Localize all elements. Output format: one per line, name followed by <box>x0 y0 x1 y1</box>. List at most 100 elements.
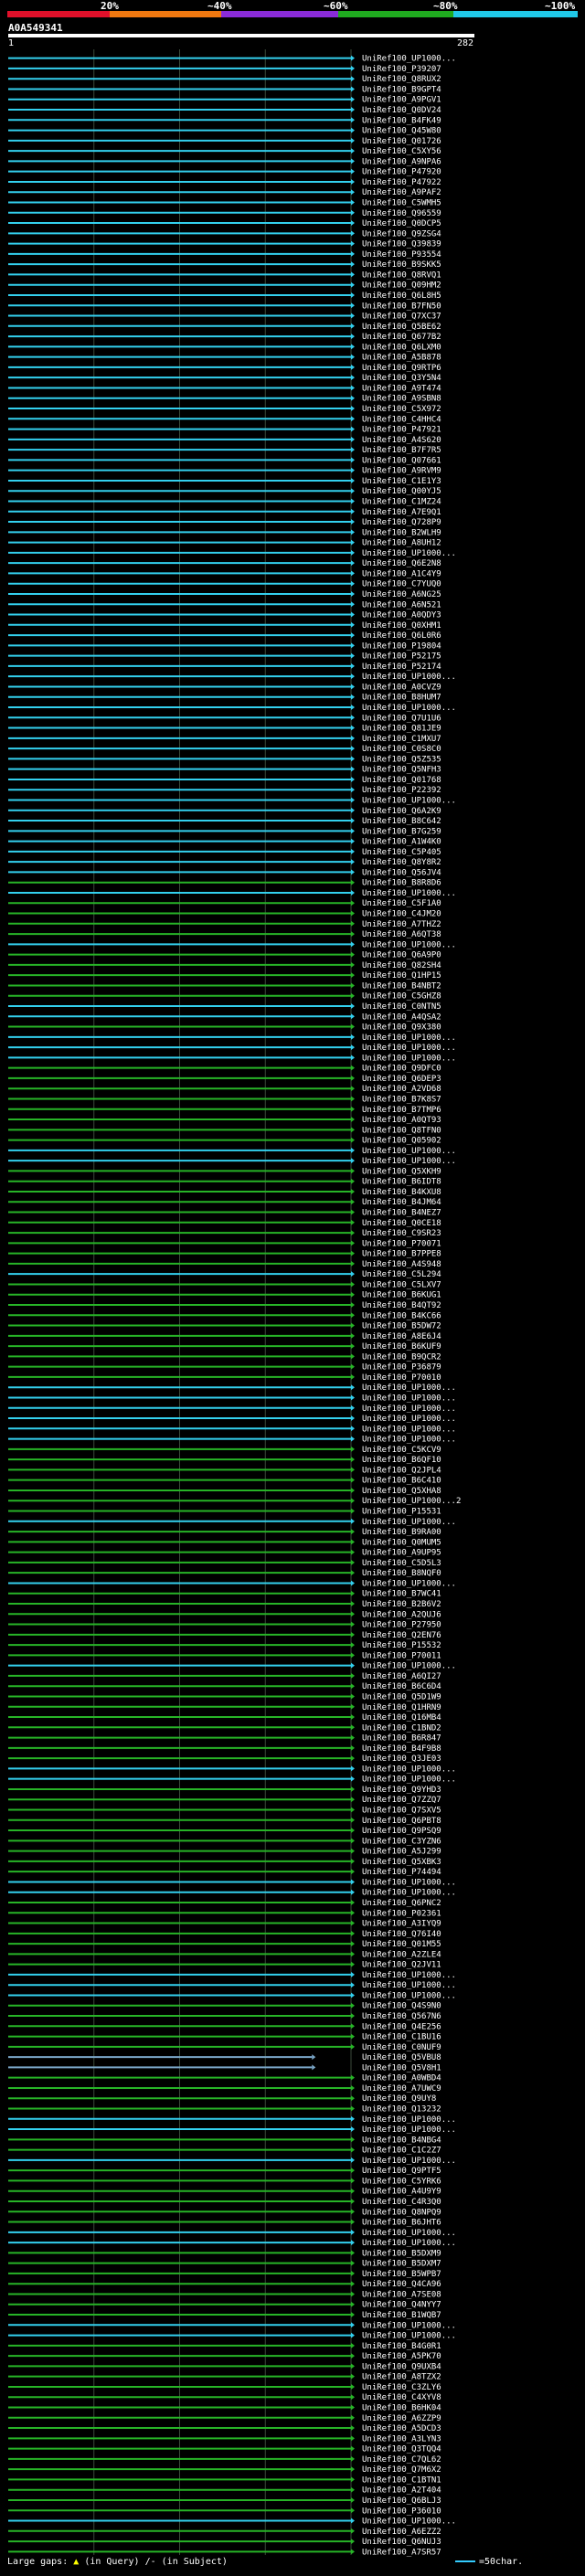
hit-label[interactable]: UniRef100_A7E9Q1 <box>362 508 441 517</box>
hit-label[interactable]: UniRef100_UP1000... <box>362 2125 456 2135</box>
hit-label[interactable]: UniRef100_C1MXU7 <box>362 735 441 744</box>
hit-label[interactable]: UniRef100_Q45W80 <box>362 127 441 136</box>
hit-label[interactable]: UniRef100_P70011 <box>362 1651 441 1660</box>
hit-label[interactable]: UniRef100_B7WC41 <box>362 1590 441 1599</box>
hit-label[interactable]: UniRef100_A8TZX2 <box>362 2373 441 2382</box>
hit-label[interactable]: UniRef100_A5PK70 <box>362 2352 441 2361</box>
hit-label[interactable]: UniRef100_Q81JE9 <box>362 725 441 734</box>
hit-label[interactable]: UniRef100_B6JHT6 <box>362 2219 441 2228</box>
hit-label[interactable]: UniRef100_A7THZ2 <box>362 920 441 929</box>
hit-label[interactable]: UniRef100_Q8NPQ9 <box>362 2208 441 2217</box>
hit-label[interactable]: UniRef100_P02361 <box>362 1909 441 1918</box>
hit-label[interactable]: UniRef100_B6QF10 <box>362 1456 441 1465</box>
hit-label[interactable]: UniRef100_A6EZZ2 <box>362 2528 441 2537</box>
hit-label[interactable]: UniRef100_A5DCD3 <box>362 2424 441 2433</box>
hit-label[interactable]: UniRef100_A6NG25 <box>362 590 441 599</box>
hit-label[interactable]: UniRef100_A0CVZ9 <box>362 683 441 692</box>
hit-label[interactable]: UniRef100_Q6A2K9 <box>362 807 441 816</box>
hit-label[interactable]: UniRef100_A3LYN3 <box>362 2434 441 2443</box>
hit-label[interactable]: UniRef100_P47921 <box>362 426 441 435</box>
hit-label[interactable]: UniRef100_B8R8D6 <box>362 879 441 888</box>
hit-label[interactable]: UniRef100_A2VD68 <box>362 1085 441 1094</box>
hit-label[interactable]: UniRef100_B7FN50 <box>362 302 441 311</box>
hit-label[interactable]: UniRef100_Q0CE18 <box>362 1219 441 1228</box>
hit-label[interactable]: UniRef100_P36879 <box>362 1363 441 1373</box>
hit-label[interactable]: UniRef100_B4JM64 <box>362 1198 441 1207</box>
hit-label[interactable]: UniRef100_C5GHZ8 <box>362 992 441 1002</box>
hit-label[interactable]: UniRef100_Q7U1U6 <box>362 714 441 723</box>
hit-label[interactable]: UniRef100_Q7M6X2 <box>362 2465 441 2475</box>
hit-label[interactable]: UniRef100_UP1000... <box>362 1765 456 1774</box>
hit-label[interactable]: UniRef100_B6IDT8 <box>362 1178 441 1187</box>
hit-label[interactable]: UniRef100_UP1000... <box>362 549 456 558</box>
hit-label[interactable]: UniRef100_Q6LXM0 <box>362 343 441 352</box>
hit-label[interactable]: UniRef100_Q07661 <box>362 456 441 465</box>
hit-label[interactable]: UniRef100_B8NQF0 <box>362 1569 441 1578</box>
hit-label[interactable]: UniRef100_Q7SXV5 <box>362 1807 441 1816</box>
hit-label[interactable]: UniRef100_A7SR57 <box>362 2548 441 2557</box>
hit-label[interactable]: UniRef100_Q8RUX2 <box>362 75 441 84</box>
hit-label[interactable]: UniRef100_A7SE08 <box>362 2290 441 2299</box>
hit-label[interactable]: UniRef100_B9QCR2 <box>362 1352 441 1362</box>
hit-label[interactable]: UniRef100_Q8Y8R2 <box>362 858 441 867</box>
hit-label[interactable]: UniRef100_B4QT92 <box>362 1301 441 1310</box>
hit-label[interactable]: UniRef100_A4S948 <box>362 1260 441 1269</box>
hit-label[interactable]: UniRef100_A4S620 <box>362 436 441 445</box>
hit-label[interactable]: UniRef100_UP1000... <box>362 2332 456 2341</box>
hit-label[interactable]: UniRef100_Q01726 <box>362 137 441 146</box>
hit-label[interactable]: UniRef100_P93554 <box>362 250 441 260</box>
hit-label[interactable]: UniRef100_UP1000... <box>362 1662 456 1671</box>
hit-label[interactable]: UniRef100_B7PPE8 <box>362 1250 441 1259</box>
hit-label[interactable]: UniRef100_UP1000... <box>362 1889 456 1898</box>
hit-label[interactable]: UniRef100_UP1000... <box>362 1383 456 1393</box>
hit-label[interactable]: UniRef100_C4JM20 <box>362 910 441 919</box>
hit-label[interactable]: UniRef100_P47922 <box>362 178 441 187</box>
hit-label[interactable]: UniRef100_P74494 <box>362 1868 441 1877</box>
hit-label[interactable]: UniRef100_B7G259 <box>362 827 441 836</box>
hit-label[interactable]: UniRef100_B2B6V2 <box>362 1600 441 1609</box>
hit-label[interactable]: UniRef100_P70010 <box>362 1373 441 1383</box>
hit-label[interactable]: UniRef100_A4QSA2 <box>362 1012 441 1022</box>
hit-label[interactable]: UniRef100_Q5BE62 <box>362 323 441 332</box>
hit-label[interactable]: UniRef100_C5YRK6 <box>362 2177 441 2186</box>
hit-label[interactable]: UniRef100_Q05902 <box>362 1137 441 1146</box>
hit-label[interactable]: UniRef100_Q6NUJ3 <box>362 2538 441 2547</box>
hit-label[interactable]: UniRef100_Q01M55 <box>362 1940 441 1949</box>
hit-label[interactable]: UniRef100_A9PAF2 <box>362 188 441 197</box>
hit-label[interactable]: UniRef100_P70071 <box>362 1239 441 1248</box>
hit-label[interactable]: UniRef100_UP1000... <box>362 2321 456 2330</box>
hit-label[interactable]: UniRef100_B4NEZ7 <box>362 1209 441 1218</box>
hit-label[interactable]: UniRef100_Q9DFC0 <box>362 1065 441 1074</box>
hit-label[interactable]: UniRef100_UP1000... <box>362 1776 456 1785</box>
hit-label[interactable]: UniRef100_A9NPA6 <box>362 157 441 166</box>
hit-label[interactable]: UniRef100_B8C642 <box>362 817 441 826</box>
hit-label[interactable]: UniRef100_A9RVM9 <box>362 467 441 476</box>
hit-label[interactable]: UniRef100_A6N521 <box>362 600 441 610</box>
hit-label[interactable]: UniRef100_C1BU16 <box>362 2033 441 2042</box>
hit-label[interactable]: UniRef100_C5WMH5 <box>362 198 441 207</box>
hit-label[interactable]: UniRef100_Q9PSQ9 <box>362 1827 441 1836</box>
hit-label[interactable]: UniRef100_UP1000... <box>362 2229 456 2238</box>
hit-label[interactable]: UniRef100_UP1000... <box>362 2157 456 2166</box>
hit-label[interactable]: UniRef100_UP1000... <box>362 1394 456 1403</box>
hit-label[interactable]: UniRef100_B4KXU8 <box>362 1188 441 1197</box>
hit-label[interactable]: UniRef100_B4NBT2 <box>362 981 441 991</box>
hit-label[interactable]: UniRef100_C5F1A0 <box>362 899 441 908</box>
hit-label[interactable]: UniRef100_UP1000... <box>362 1415 456 1424</box>
hit-label[interactable]: UniRef100_C5D5L3 <box>362 1559 441 1568</box>
hit-label[interactable]: UniRef100_P15531 <box>362 1508 441 1517</box>
hit-label[interactable]: UniRef100_Q6PNC2 <box>362 1899 441 1908</box>
hit-label[interactable]: UniRef100_UP1000... <box>362 796 456 805</box>
hit-label[interactable]: UniRef100_Q9UY8 <box>362 2094 436 2104</box>
hit-label[interactable]: UniRef100_B9RA00 <box>362 1528 441 1537</box>
hit-label[interactable]: UniRef100_B5DXM7 <box>362 2260 441 2269</box>
hit-label[interactable]: UniRef100_A0WBD4 <box>362 2074 441 2083</box>
hit-label[interactable]: UniRef100_P27950 <box>362 1621 441 1630</box>
hit-label[interactable]: UniRef100_UP1000... <box>362 704 456 713</box>
hit-label[interactable]: UniRef100_Q6E2N8 <box>362 559 441 568</box>
hit-label[interactable]: UniRef100_P22392 <box>362 786 441 795</box>
hit-label[interactable]: UniRef100_Q6L8H5 <box>362 292 441 301</box>
hit-label[interactable]: UniRef100_A8UH12 <box>362 539 441 548</box>
hit-label[interactable]: UniRef100_Q16MB4 <box>362 1713 441 1723</box>
hit-label[interactable]: UniRef100_Q728P9 <box>362 518 441 527</box>
